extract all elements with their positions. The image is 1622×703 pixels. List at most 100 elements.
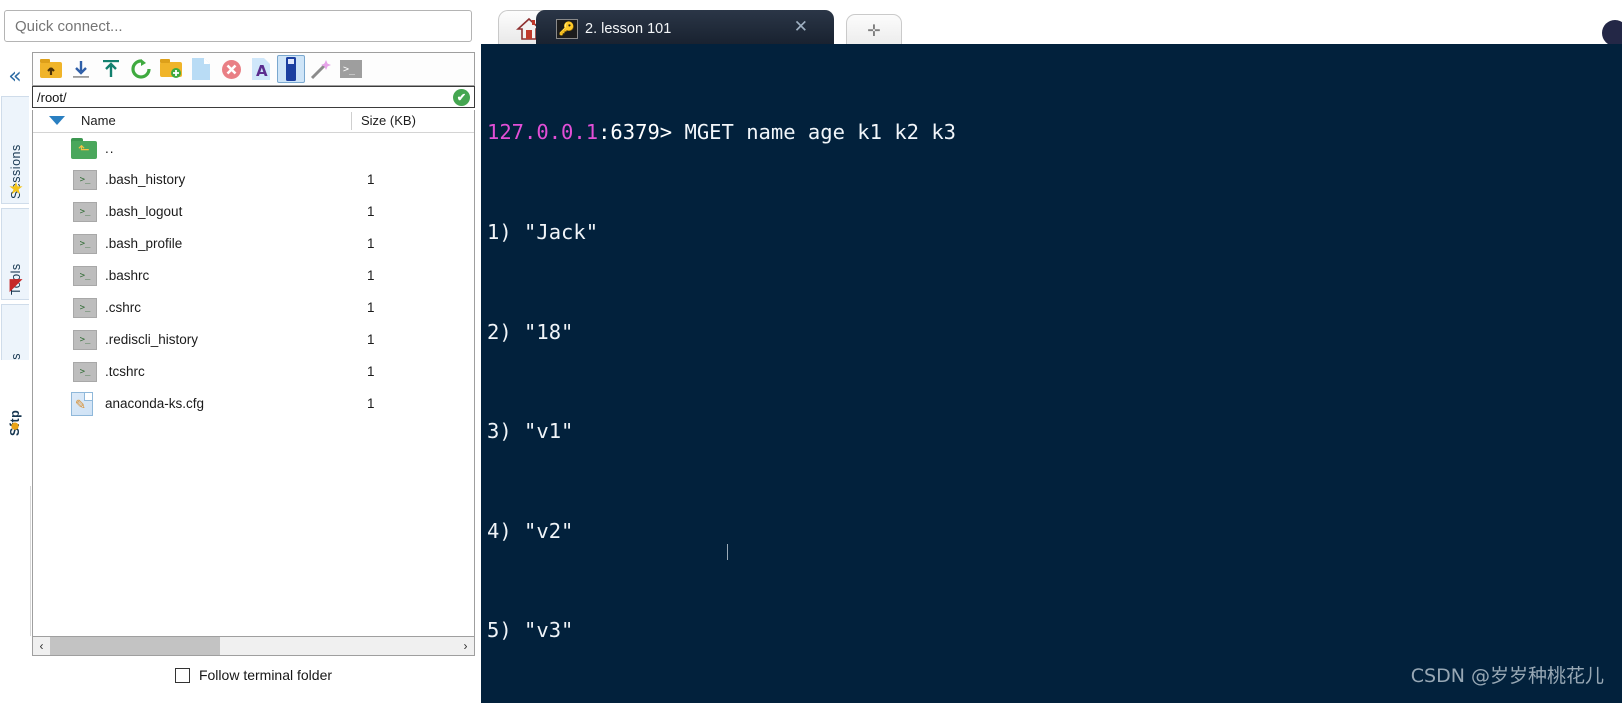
sftp-panel: « Sessions ★ Tools ◤ Macros ➤ Sftp ● — [0, 6, 478, 703]
list-item[interactable]: >_ .bash_history 1 — [33, 165, 474, 197]
file-name: .bash_profile — [105, 236, 183, 251]
terminal-line: 2) "18" — [487, 319, 574, 344]
script-file-icon: >_ — [73, 298, 97, 320]
parent-folder-icon[interactable] — [37, 55, 65, 83]
terminal-output[interactable]: 127.0.0.1:6379> MGET name age k1 k2 k3 1… — [481, 44, 1622, 703]
terminal-line: 127.0.0.1:6379> MGET name age k1 k2 k3 — [487, 116, 1622, 149]
file-size: 1 — [367, 396, 375, 411]
path-text: /root/ — [37, 89, 67, 105]
terminal-command: MGET name age k1 k2 k3 — [684, 120, 957, 145]
close-icon[interactable]: ✕ — [794, 19, 808, 36]
terminal-line: 3) "v1" — [487, 419, 574, 444]
prompt-port: :6379> — [598, 120, 673, 145]
prompt-host: 127.0.0.1 — [487, 120, 599, 145]
config-file-icon: ✎ — [71, 392, 95, 416]
list-item[interactable]: >_ .bash_logout 1 — [33, 197, 474, 229]
sftp-toolbar: A >_ — [32, 52, 475, 86]
new-folder-icon[interactable] — [157, 55, 185, 83]
path-ok-icon: ✔ — [453, 88, 470, 106]
tab-bar: 🔑 2. lesson 101 ✕ ✛ — [478, 6, 1622, 47]
column-separator — [351, 112, 352, 130]
parent-folder-icon: ⬑ — [71, 138, 97, 160]
list-item[interactable]: ✎ anaconda-ks.cfg 1 — [33, 389, 474, 421]
path-bar[interactable]: /root/ ✔ — [32, 86, 475, 108]
usb-drive-icon[interactable] — [277, 55, 305, 83]
list-item[interactable]: >_ .cshrc 1 — [33, 293, 474, 325]
file-name: .bashrc — [105, 268, 150, 283]
file-name: .. — [105, 141, 115, 156]
column-header-name[interactable]: Name — [81, 113, 116, 128]
mouse-ibeam-pointer — [727, 544, 728, 560]
knife-icon: ◤ — [9, 275, 23, 294]
quick-connect-field[interactable] — [4, 10, 472, 42]
tab-session[interactable]: 🔑 2. lesson 101 ✕ — [536, 10, 834, 47]
follow-terminal-folder-row: Follow terminal folder — [32, 662, 475, 688]
script-file-icon: >_ — [73, 266, 97, 288]
sort-descending-icon[interactable] — [49, 116, 65, 125]
scroll-left-icon[interactable]: ‹ — [33, 637, 50, 655]
svg-text:>_: >_ — [343, 64, 356, 75]
terminal-area: 🔑 2. lesson 101 ✕ ✛ 127.0.0.1:6379> MGET… — [478, 0, 1622, 703]
script-file-icon: >_ — [73, 202, 97, 224]
svg-text:A: A — [256, 62, 268, 80]
file-size: 1 — [367, 364, 375, 379]
script-file-icon: >_ — [73, 170, 97, 192]
terminal-line: 1) "Jack" — [487, 220, 599, 244]
download-icon[interactable] — [67, 55, 95, 83]
panel-edge-line — [30, 486, 31, 636]
globe-icon: ● — [9, 416, 21, 435]
file-name: .bash_history — [105, 172, 186, 187]
file-size: 1 — [367, 204, 375, 219]
file-list-header: Name Size (KB) — [33, 110, 474, 133]
file-size: 1 — [367, 172, 375, 187]
plus-icon: ✛ — [867, 23, 881, 40]
list-item[interactable]: >_ .rediscli_history 1 — [33, 325, 474, 357]
list-item[interactable]: >_ .bash_profile 1 — [33, 229, 474, 261]
list-item[interactable]: >_ .tcshrc 1 — [33, 357, 474, 389]
watermark: CSDN @岁岁种桃花儿 — [1410, 664, 1604, 687]
terminal-line: 5) "v3" — [487, 618, 574, 643]
quick-connect-input[interactable] — [5, 11, 471, 41]
mobaxterm-window: Terminal Sessions View X server Tools Ga… — [0, 0, 1622, 703]
toolbar-overflow-icon[interactable] — [1602, 20, 1622, 46]
file-size: 1 — [367, 300, 375, 315]
text-editor-icon[interactable]: A — [247, 55, 275, 83]
scrollbar-track[interactable] — [50, 637, 457, 655]
collapse-panel-icon[interactable]: « — [2, 62, 28, 92]
magic-wand-icon[interactable] — [307, 55, 335, 83]
refresh-icon[interactable] — [127, 55, 155, 83]
file-name: .bash_logout — [105, 204, 183, 219]
list-item[interactable]: >_ .bashrc 1 — [33, 261, 474, 293]
file-name: .tcshrc — [105, 364, 145, 379]
new-file-icon[interactable] — [187, 55, 215, 83]
delete-icon[interactable] — [217, 55, 245, 83]
file-size: 1 — [367, 236, 375, 251]
file-name: .rediscli_history — [105, 332, 199, 347]
follow-terminal-folder-label: Follow terminal folder — [198, 667, 333, 683]
terminal-line: 4) "v2" — [487, 518, 574, 543]
star-icon: ★ — [8, 179, 24, 198]
scrollbar-thumb[interactable] — [50, 637, 220, 655]
scroll-right-icon[interactable]: › — [457, 637, 474, 655]
side-rail: « Sessions ★ Tools ◤ Macros ➤ Sftp ● — [0, 48, 30, 488]
file-size: 1 — [367, 268, 375, 283]
script-file-icon: >_ — [73, 330, 97, 352]
list-item[interactable]: ⬑ .. — [33, 133, 474, 165]
file-size: 1 — [367, 332, 375, 347]
file-name: .cshrc — [105, 300, 142, 315]
sidebar-item-sftp[interactable]: Sftp ● — [1, 360, 29, 440]
new-tab-button[interactable]: ✛ — [846, 14, 902, 47]
sidebar-item-tools[interactable]: Tools ◤ — [1, 208, 29, 300]
terminal-icon[interactable]: >_ — [337, 55, 365, 83]
horizontal-scrollbar[interactable]: ‹ › — [32, 636, 475, 656]
key-icon: 🔑 — [556, 18, 578, 39]
sidebar-item-sessions[interactable]: Sessions ★ — [1, 96, 29, 204]
upload-icon[interactable] — [97, 55, 125, 83]
follow-terminal-folder-checkbox[interactable] — [174, 667, 190, 683]
tab-session-label: 2. lesson 101 — [585, 20, 672, 37]
file-list: Name Size (KB) ⬑ .. >_ .bash_history 1 >… — [32, 110, 475, 636]
script-file-icon: >_ — [73, 362, 97, 384]
column-header-size[interactable]: Size (KB) — [361, 113, 416, 128]
script-file-icon: >_ — [73, 234, 97, 256]
file-name: anaconda-ks.cfg — [105, 396, 205, 411]
